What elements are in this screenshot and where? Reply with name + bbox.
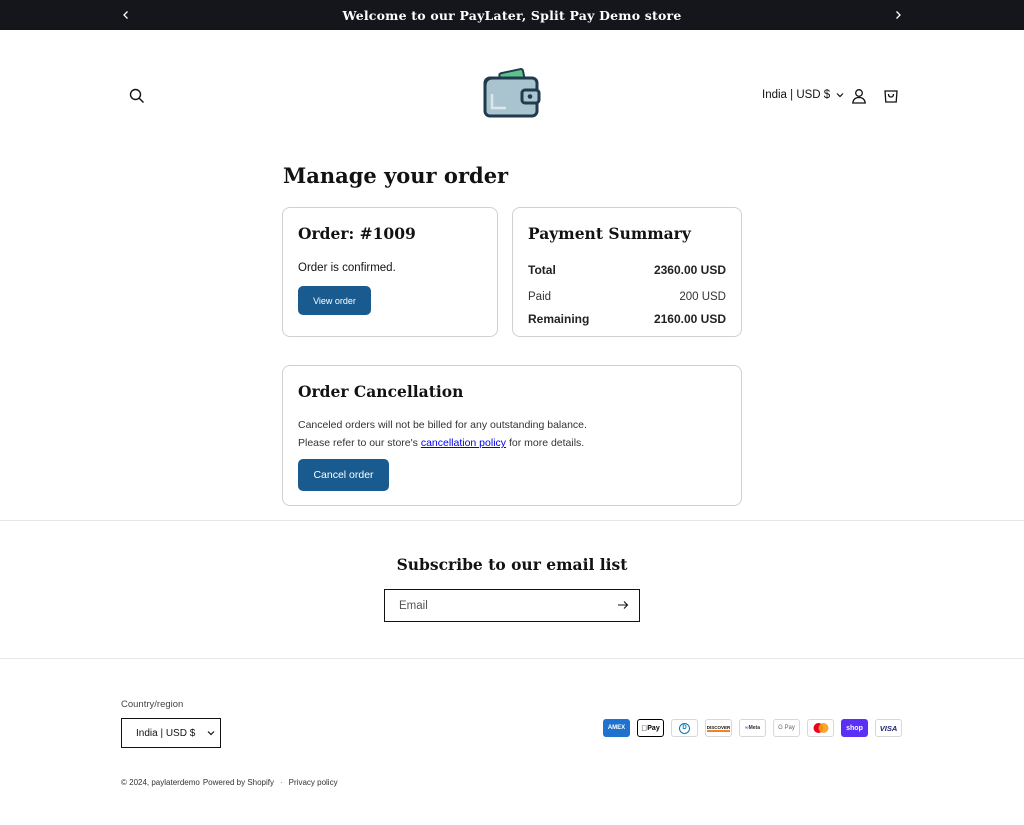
summary-value: 2360.00 USD [653,263,726,277]
diners-club-icon: D [671,719,698,737]
summary-label: Total [528,263,556,277]
announcement-bar: Welcome to our PayLater, Split Pay Demo … [0,0,1024,30]
policy-prefix: Please refer to our store's [298,437,421,449]
summary-label: Paid [528,291,552,303]
wallet-logo[interactable] [482,68,542,120]
powered-by-link[interactable]: Powered by Shopify [203,778,274,787]
footer-divider [0,658,1024,659]
policy-suffix: for more details. [506,437,585,449]
order-status: Order is confirmed. [298,262,396,274]
amex-icon: AMEX [603,719,630,737]
apple-pay-icon: Pay [637,719,664,737]
summary-label: Remaining [528,312,590,326]
locale-label: India | USD $ [762,89,831,101]
meta-pay-label: Meta [748,725,760,731]
section-divider [0,520,1024,521]
chevron-down-icon [836,89,844,101]
summary-value: 200 USD [679,291,726,303]
mastercard-icon [807,719,834,737]
announcement-text: Welcome to our PayLater, Split Pay Demo … [342,7,682,23]
country-region-select[interactable]: India | USD $ [121,718,221,748]
email-field-wrapper [384,589,640,622]
locale-selector[interactable]: India | USD $ [762,89,844,101]
cancellation-policy-link[interactable]: cancellation policy [421,437,506,449]
cancellation-note: Canceled orders will not be billed for a… [298,419,587,431]
order-number: Order: #1009 [298,224,416,243]
footer-separator: · [280,778,283,787]
cancellation-title: Order Cancellation [298,382,464,401]
payment-methods: AMEX Pay D DISCOVER ∞Meta G Pay shop VI… [603,719,902,737]
apple-pay-label: Pay [644,724,659,732]
page-title: Manage your order [283,163,509,188]
search-icon[interactable] [126,85,148,107]
country-value: India | USD $ [136,727,196,739]
cancel-order-button[interactable]: Cancel order [298,459,389,491]
order-card: Order: #1009 Order is confirmed. View or… [282,207,498,337]
site-header: India | USD $ [0,30,1024,162]
privacy-policy-link[interactable]: Privacy policy [289,778,338,787]
visa-icon: VISA [875,719,902,737]
email-input[interactable] [399,599,599,612]
meta-pay-icon: ∞ Meta [739,719,766,737]
chevron-left-icon[interactable] [117,6,135,24]
discover-icon: DISCOVER [705,719,732,737]
summary-row-remaining: Remaining 2160.00 USD [528,312,726,326]
discover-label: DISCOVER [706,724,731,732]
diners-label: D [679,722,690,734]
shop-pay-icon: shop [841,719,868,737]
summary-value: 2160.00 USD [653,312,726,326]
country-region-label: Country/region [121,699,184,710]
cancellation-policy-line: Please refer to our store's cancellation… [298,437,584,449]
payment-summary-card: Payment Summary Total 2360.00 USD Paid 2… [512,207,742,337]
summary-row-total: Total 2360.00 USD [528,263,726,277]
chevron-down-icon [207,728,215,739]
arrow-right-icon[interactable] [617,597,629,615]
footer-copyright: © 2024, paylaterdemo Powered by Shopify … [121,778,338,787]
copyright-text: © 2024, paylaterdemo [121,778,200,787]
payment-summary-title: Payment Summary [528,224,691,243]
google-pay-icon: G Pay [773,719,800,737]
chevron-right-icon[interactable] [889,6,907,24]
cancellation-card: Order Cancellation Canceled orders will … [282,365,742,506]
account-icon[interactable] [848,85,870,107]
cart-icon[interactable] [880,85,902,107]
summary-row-paid: Paid 200 USD [528,291,726,303]
subscribe-title: Subscribe to our email list [396,555,628,574]
view-order-button[interactable]: View order [298,286,371,315]
